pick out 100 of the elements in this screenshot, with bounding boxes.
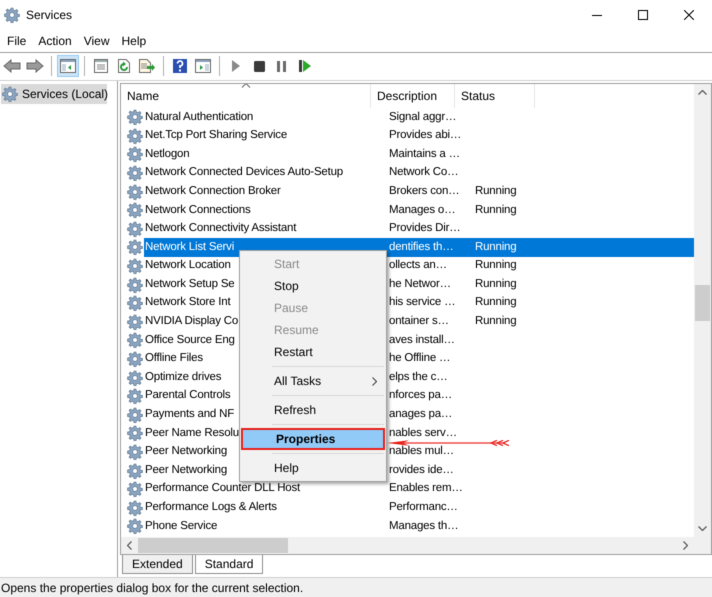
gear-icon xyxy=(127,351,143,368)
service-name: Peer Networking xyxy=(145,446,228,458)
gear-icon xyxy=(127,462,143,479)
gear-icon xyxy=(127,146,143,162)
maximize-icon xyxy=(638,10,648,20)
status-text: Opens the properties dialog box for the current selection. xyxy=(0,580,304,596)
scrollbar-thumb[interactable] xyxy=(138,538,288,553)
gear-icon xyxy=(127,406,143,423)
service-status: Running xyxy=(474,260,516,272)
service-name: Natural Authentication xyxy=(145,112,254,124)
menu-item[interactable]: Action xyxy=(32,32,78,50)
gear-icon xyxy=(127,332,143,348)
service-description: Provides Dir… xyxy=(389,223,461,235)
refresh-icon xyxy=(116,58,132,74)
gear-icon xyxy=(127,314,143,330)
gear-icon xyxy=(127,276,143,293)
service-name: NVIDIA Display Co xyxy=(145,316,238,328)
selected-row[interactable]: Network List Servi dentifies th… Running xyxy=(144,238,694,257)
service-status: Running xyxy=(474,242,516,254)
gear-icon xyxy=(127,370,143,386)
service-name: Net.Tcp Port Sharing Service xyxy=(145,130,288,142)
context-menu-item[interactable]: Restart xyxy=(241,341,385,363)
service-description: dentifies th… xyxy=(389,242,454,254)
service-description: Manages th… xyxy=(389,520,458,532)
service-name: Performance Logs & Alerts xyxy=(145,502,277,514)
properties-icon xyxy=(93,58,109,74)
back-arrow-icon xyxy=(3,59,21,73)
scrollbar-thumb[interactable] xyxy=(695,285,710,321)
gear-icon xyxy=(127,165,143,182)
context-menu-item[interactable]: Help xyxy=(241,457,385,479)
gear-icon xyxy=(127,518,143,534)
menu-item[interactable]: View xyxy=(78,32,116,50)
gear-icon xyxy=(127,481,143,498)
service-description: Performanc… xyxy=(389,502,458,514)
restart-icon xyxy=(299,60,311,72)
gear-icon xyxy=(127,239,143,256)
service-description: Brokers con… xyxy=(389,186,460,198)
service-name: Payments and NF xyxy=(145,409,234,421)
service-name: Optimize drives xyxy=(145,372,222,384)
context-menu-item[interactable]: Refresh xyxy=(241,399,385,421)
gear-icon xyxy=(127,184,143,200)
service-name: Performance Counter DLL Host xyxy=(145,483,300,495)
horizontal-scrollbar[interactable] xyxy=(121,537,711,554)
service-description: nables mul… xyxy=(389,446,454,458)
close-icon xyxy=(684,10,694,20)
window-title: Services xyxy=(26,7,72,24)
service-description: he Networ… xyxy=(389,278,451,290)
service-description: ollects an… xyxy=(389,260,447,272)
column-header[interactable]: Description xyxy=(371,84,455,108)
tree-item[interactable]: Services (Local) xyxy=(1,84,107,104)
gear-icon xyxy=(127,220,143,237)
console-tree-button[interactable] xyxy=(57,55,79,77)
service-name: Network Connections xyxy=(145,204,251,216)
export-list-icon xyxy=(138,58,156,74)
service-description: Provides abi… xyxy=(389,130,462,142)
service-description: ontainer s… xyxy=(389,316,449,328)
service-name: Network Connected Devices Auto-Setup xyxy=(145,167,343,179)
context-menu-item[interactable]: All Tasks xyxy=(241,370,385,392)
gear-icon xyxy=(4,7,20,23)
console-tree-icon xyxy=(60,59,76,73)
menu-item[interactable]: Help xyxy=(116,32,152,50)
service-description: his service … xyxy=(389,297,456,309)
gear-icon xyxy=(127,425,143,442)
gear-icon xyxy=(127,258,143,274)
service-name: Phone Service xyxy=(145,520,218,532)
service-description: nables serv… xyxy=(389,428,457,440)
gear-icon xyxy=(127,500,143,516)
tab[interactable]: Standard xyxy=(194,555,264,574)
context-menu-item[interactable]: Properties xyxy=(241,428,385,450)
service-name: Peer Networking xyxy=(145,464,228,476)
service-description: nforces pa… xyxy=(389,390,452,402)
gear-icon xyxy=(127,128,143,144)
service-description: anages pa… xyxy=(389,409,452,421)
service-name: Offline Files xyxy=(145,353,203,365)
gear-icon xyxy=(2,86,18,102)
service-status: Running xyxy=(474,297,516,309)
chevron-right-icon xyxy=(372,376,377,386)
stop-icon xyxy=(254,60,264,72)
service-name: Network Connectivity Assistant xyxy=(145,223,296,235)
service-name: Peer Name Resolu xyxy=(145,428,239,440)
gear-icon xyxy=(127,109,143,126)
service-status: Running xyxy=(474,204,516,216)
service-description: rovides ide… xyxy=(389,464,454,476)
service-status: Running xyxy=(474,316,516,328)
service-name: Network Location xyxy=(145,260,231,272)
menu-item[interactable]: File xyxy=(1,32,32,50)
play-icon xyxy=(231,60,241,72)
context-menu-item[interactable]: Stop xyxy=(241,275,385,297)
tab[interactable]: Extended xyxy=(122,555,193,574)
gear-icon xyxy=(127,295,143,312)
service-status: Running xyxy=(474,278,516,290)
gear-icon xyxy=(127,202,143,218)
service-name: Network Setup Se xyxy=(145,278,234,290)
service-name: Netlogon xyxy=(145,148,190,160)
column-header[interactable]: Name xyxy=(121,84,371,108)
service-name: Office Source Eng xyxy=(145,334,235,346)
help-icon xyxy=(172,58,188,74)
service-description: he Offline … xyxy=(389,353,450,365)
column-header[interactable]: Status xyxy=(455,84,535,108)
vertical-scrollbar[interactable] xyxy=(694,84,711,537)
